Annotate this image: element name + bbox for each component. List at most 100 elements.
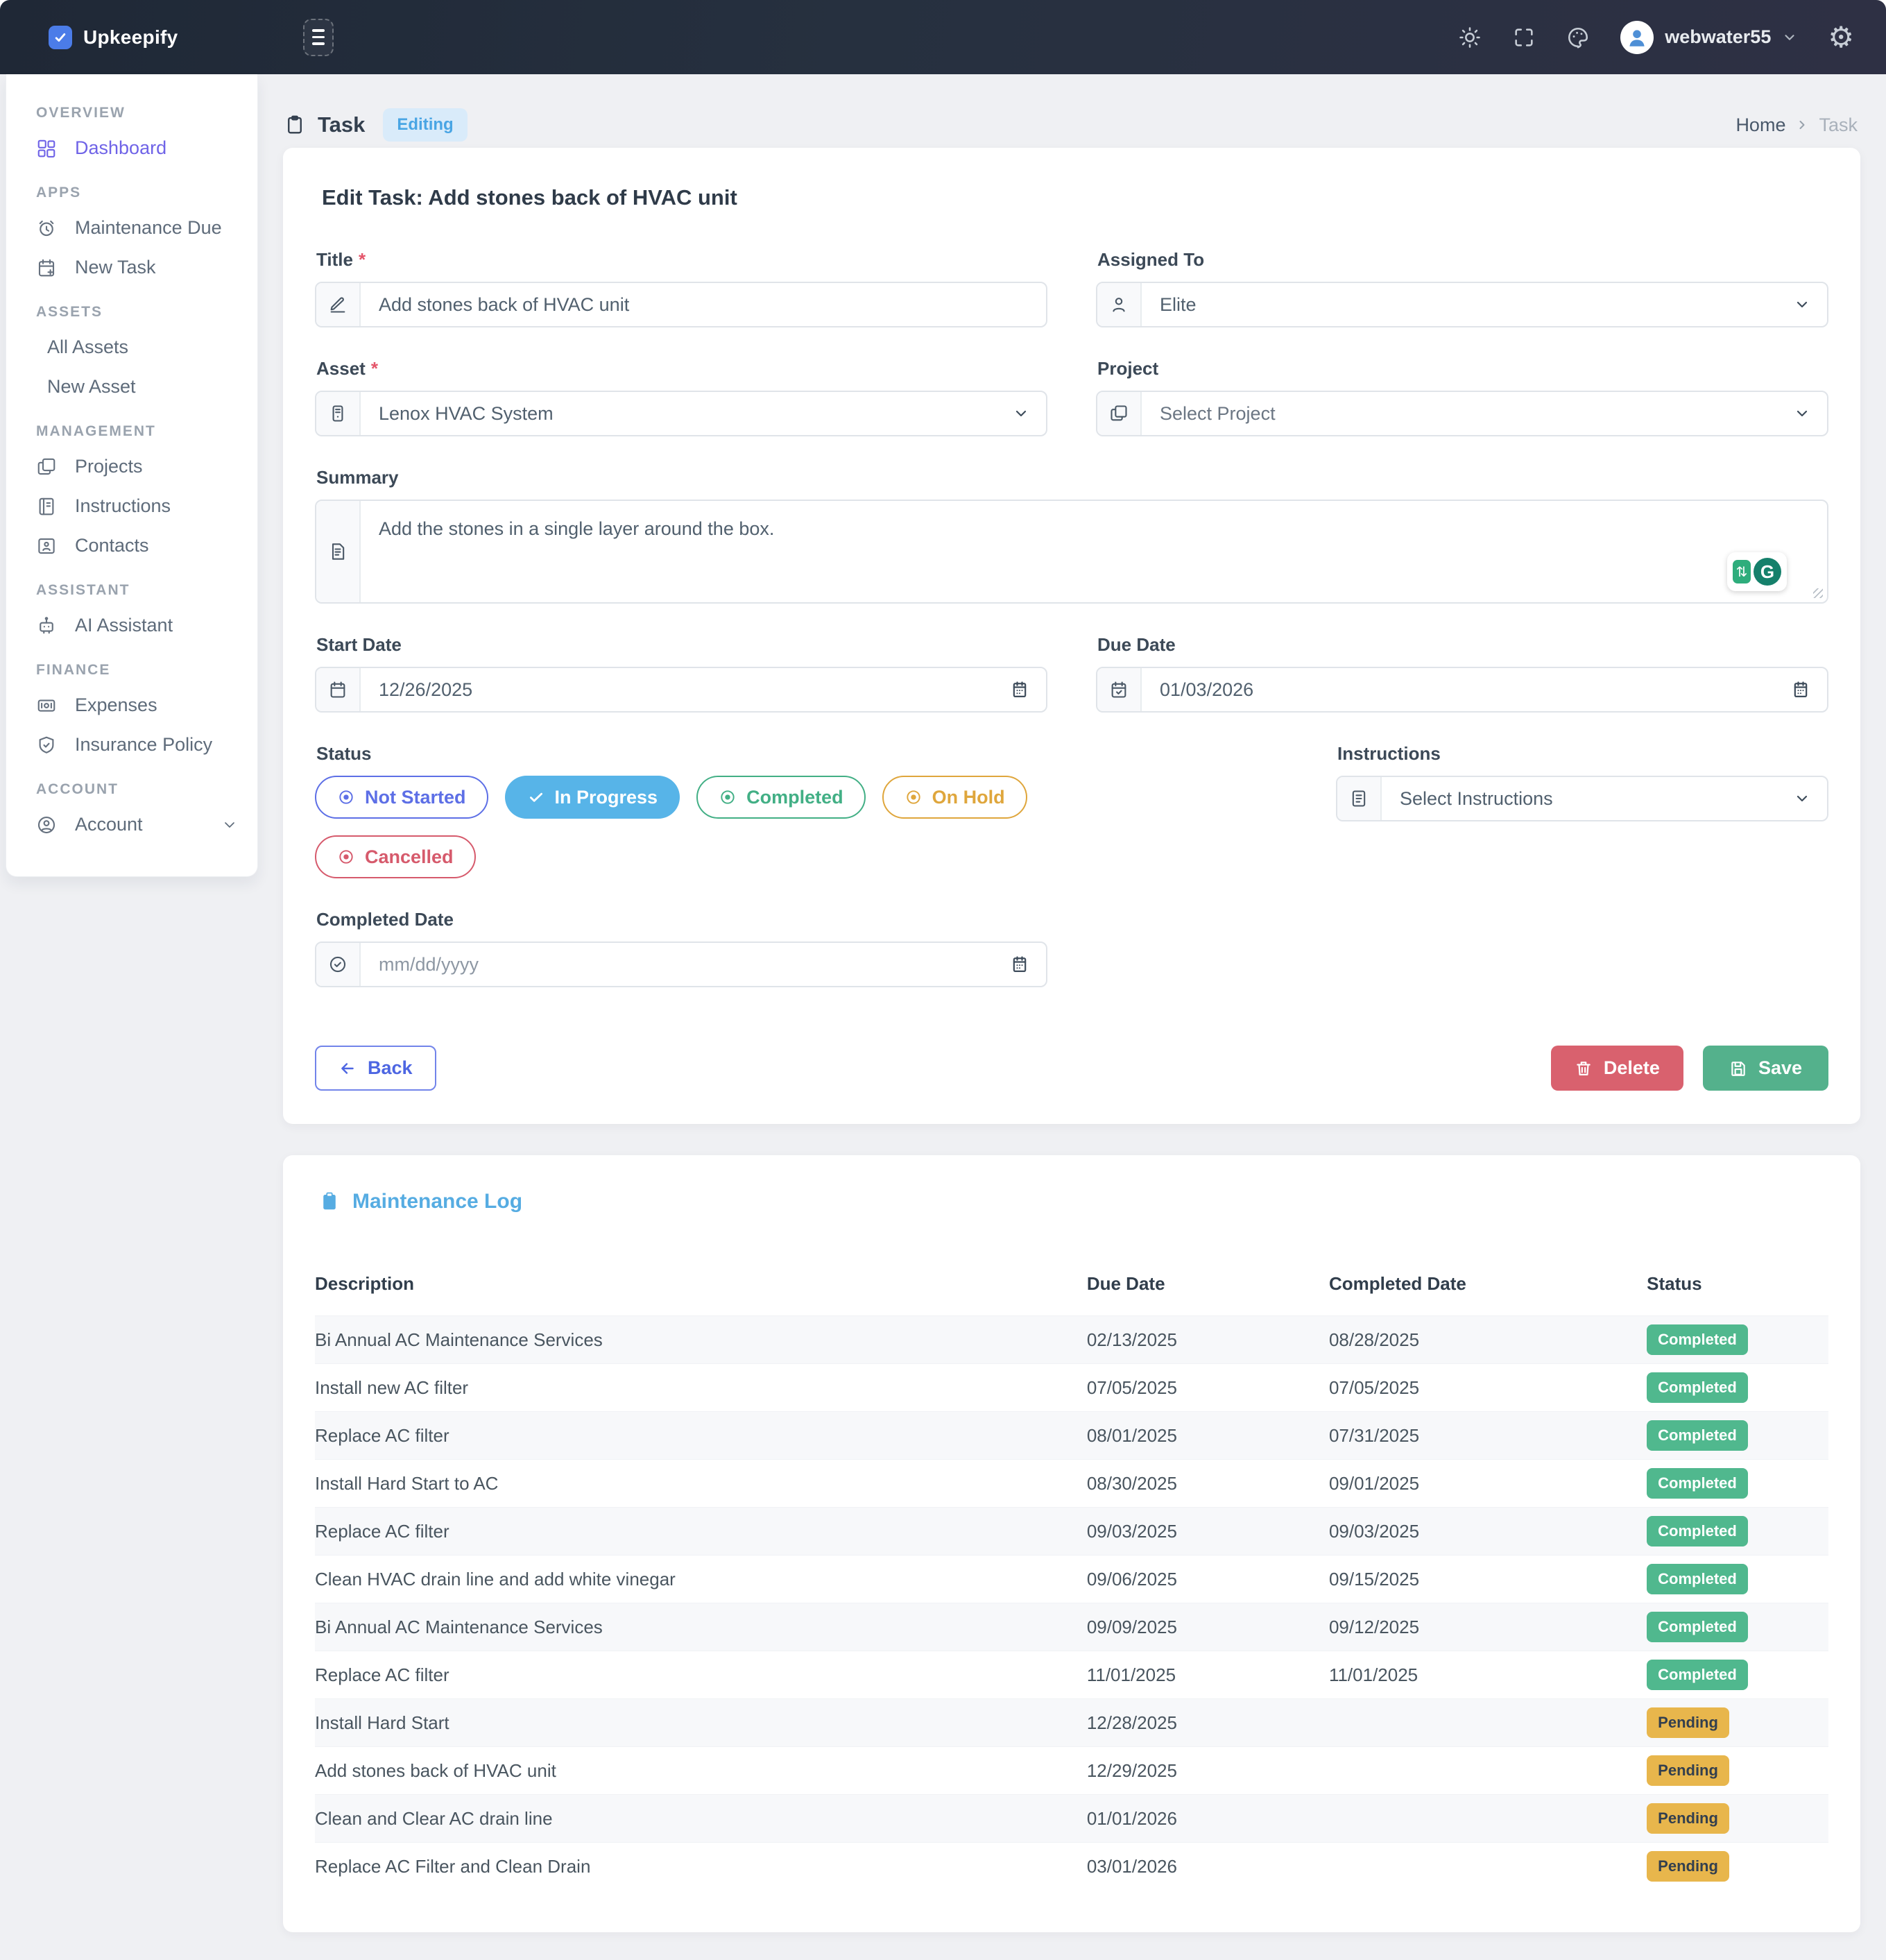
cell-due-date: 07/05/2025: [1087, 1364, 1329, 1412]
book-icon: [36, 496, 57, 517]
table-row[interactable]: Clean HVAC drain line and add white vine…: [315, 1556, 1828, 1603]
settings-gear-icon[interactable]: ⚙: [1828, 23, 1854, 52]
cell-description: Bi Annual AC Maintenance Services: [315, 1316, 1087, 1364]
sidebar-item-account[interactable]: Account: [6, 805, 257, 844]
sidebar-item-new-task[interactable]: New Task: [6, 248, 257, 287]
status-badge: Completed: [1647, 1516, 1748, 1546]
sidebar-item-maintenance-due[interactable]: Maintenance Due: [6, 208, 257, 248]
sidebar-item-label: Expenses: [75, 694, 157, 716]
asset-label: Asset: [316, 358, 366, 380]
table-row[interactable]: Replace AC filter11/01/202511/01/2025Com…: [315, 1651, 1828, 1699]
chevron-down-icon: [1013, 392, 1046, 435]
app-logo[interactable]: Upkeepify: [49, 26, 178, 49]
sidebar-item-all-assets[interactable]: All Assets: [6, 327, 257, 367]
sidebar-item-insurance-policy[interactable]: Insurance Policy: [6, 725, 257, 765]
column-header-due-date: Due Date: [1087, 1255, 1329, 1316]
title-field: Title*: [315, 249, 1047, 327]
user-avatar: [1620, 21, 1654, 54]
cell-status: Completed: [1647, 1316, 1828, 1364]
sidebar-item-label: Insurance Policy: [75, 734, 212, 756]
assigned-to-label: Assigned To: [1097, 249, 1204, 271]
form-heading: Edit Task: Add stones back of HVAC unit: [322, 185, 1828, 210]
table-row[interactable]: Bi Annual AC Maintenance Services09/09/2…: [315, 1603, 1828, 1651]
save-button[interactable]: Save: [1703, 1046, 1828, 1091]
back-button[interactable]: Back: [315, 1046, 436, 1091]
project-select[interactable]: Select Project: [1096, 391, 1828, 436]
status-option-completed[interactable]: Completed: [696, 776, 866, 819]
cell-description: Clean and Clear AC drain line: [315, 1795, 1087, 1843]
table-row[interactable]: Bi Annual AC Maintenance Services02/13/2…: [315, 1316, 1828, 1364]
sidebar-section-label: ASSISTANT: [6, 565, 257, 606]
due-date-input[interactable]: [1142, 668, 1791, 711]
light-mode-icon[interactable]: [1458, 26, 1482, 49]
chevron-down-icon: [221, 817, 238, 833]
cell-status: Pending: [1647, 1699, 1828, 1747]
cell-due-date: 09/09/2025: [1087, 1603, 1329, 1651]
shield-icon: [36, 735, 57, 756]
sidebar-section-label: MANAGEMENT: [6, 407, 257, 447]
cell-description: Replace AC filter: [315, 1412, 1087, 1460]
table-row[interactable]: Install Hard Start12/28/2025Pending: [315, 1699, 1828, 1747]
page-title: Task: [318, 112, 365, 137]
table-row[interactable]: Replace AC Filter and Clean Drain03/01/2…: [315, 1843, 1828, 1891]
breadcrumb-home-link[interactable]: Home: [1735, 114, 1785, 136]
top-navbar: Upkeepify webwater55 ⚙: [0, 0, 1886, 74]
cell-due-date: 12/29/2025: [1087, 1747, 1329, 1795]
status-option-in-progress[interactable]: In Progress: [505, 776, 680, 819]
cell-due-date: 08/30/2025: [1087, 1460, 1329, 1508]
asset-select[interactable]: Lenox HVAC System: [315, 391, 1047, 436]
summary-textarea[interactable]: Add the stones in a single layer around …: [361, 501, 1827, 602]
instructions-label: Instructions: [1337, 743, 1441, 765]
cell-description: Install new AC filter: [315, 1364, 1087, 1412]
table-row[interactable]: Clean and Clear AC drain line01/01/2026P…: [315, 1795, 1828, 1843]
sidebar-item-contacts[interactable]: Contacts: [6, 526, 257, 565]
sidebar-item-label: Dashboard: [75, 137, 166, 159]
calendar-plus-icon: [36, 257, 57, 278]
completed-date-label: Completed Date: [316, 909, 454, 930]
table-row[interactable]: Install Hard Start to AC08/30/202509/01/…: [315, 1460, 1828, 1508]
status-badge: Pending: [1647, 1755, 1729, 1786]
sidebar-item-instructions[interactable]: Instructions: [6, 486, 257, 526]
start-date-input[interactable]: [361, 668, 1010, 711]
brand-name: Upkeepify: [83, 26, 178, 49]
status-option-not-started[interactable]: Not Started: [315, 776, 488, 819]
cell-description: Install Hard Start: [315, 1699, 1087, 1747]
table-row[interactable]: Replace AC filter08/01/202507/31/2025Com…: [315, 1412, 1828, 1460]
date-picker-icon[interactable]: [1791, 668, 1827, 711]
user-menu[interactable]: webwater55: [1620, 21, 1797, 54]
grammarly-widget[interactable]: ⇅ G: [1727, 552, 1787, 591]
due-date-label: Due Date: [1097, 634, 1176, 656]
cell-completed-date: 09/12/2025: [1329, 1603, 1647, 1651]
date-picker-icon[interactable]: [1010, 943, 1046, 986]
completed-date-input[interactable]: [361, 943, 1010, 986]
title-input[interactable]: [361, 283, 1046, 326]
theme-palette-icon[interactable]: [1566, 26, 1590, 49]
status-option-label: Not Started: [365, 787, 466, 808]
date-picker-icon[interactable]: [1010, 668, 1046, 711]
sidebar-item-dashboard[interactable]: Dashboard: [6, 128, 257, 168]
sidebar-item-projects[interactable]: Projects: [6, 447, 257, 486]
cell-completed-date: 11/01/2025: [1329, 1651, 1647, 1699]
save-button-label: Save: [1758, 1057, 1802, 1079]
editing-badge: Editing: [383, 108, 467, 142]
sidebar-item-ai-assistant[interactable]: AI Assistant: [6, 606, 257, 645]
sidebar-toggle-button[interactable]: [303, 19, 334, 56]
status-option-on-hold[interactable]: On Hold: [882, 776, 1027, 819]
task-clipboard-icon: [284, 114, 305, 135]
sidebar-item-expenses[interactable]: Expenses: [6, 685, 257, 725]
instructions-select[interactable]: Select Instructions: [1336, 776, 1828, 821]
assigned-to-select[interactable]: Elite: [1096, 282, 1828, 327]
status-option-cancelled[interactable]: Cancelled: [315, 835, 476, 878]
start-date-field: Start Date: [315, 634, 1047, 713]
table-row[interactable]: Add stones back of HVAC unit12/29/2025Pe…: [315, 1747, 1828, 1795]
fullscreen-icon[interactable]: [1512, 26, 1536, 49]
start-date-label: Start Date: [316, 634, 402, 656]
sidebar-item-new-asset[interactable]: New Asset: [6, 367, 257, 407]
resize-handle[interactable]: [1813, 588, 1823, 598]
appliance-icon: [316, 392, 361, 435]
cell-due-date: 08/01/2025: [1087, 1412, 1329, 1460]
delete-button[interactable]: Delete: [1551, 1046, 1683, 1091]
table-row[interactable]: Install new AC filter07/05/202507/05/202…: [315, 1364, 1828, 1412]
user-circle-icon: [36, 815, 57, 835]
table-row[interactable]: Replace AC filter09/03/202509/03/2025Com…: [315, 1508, 1828, 1556]
